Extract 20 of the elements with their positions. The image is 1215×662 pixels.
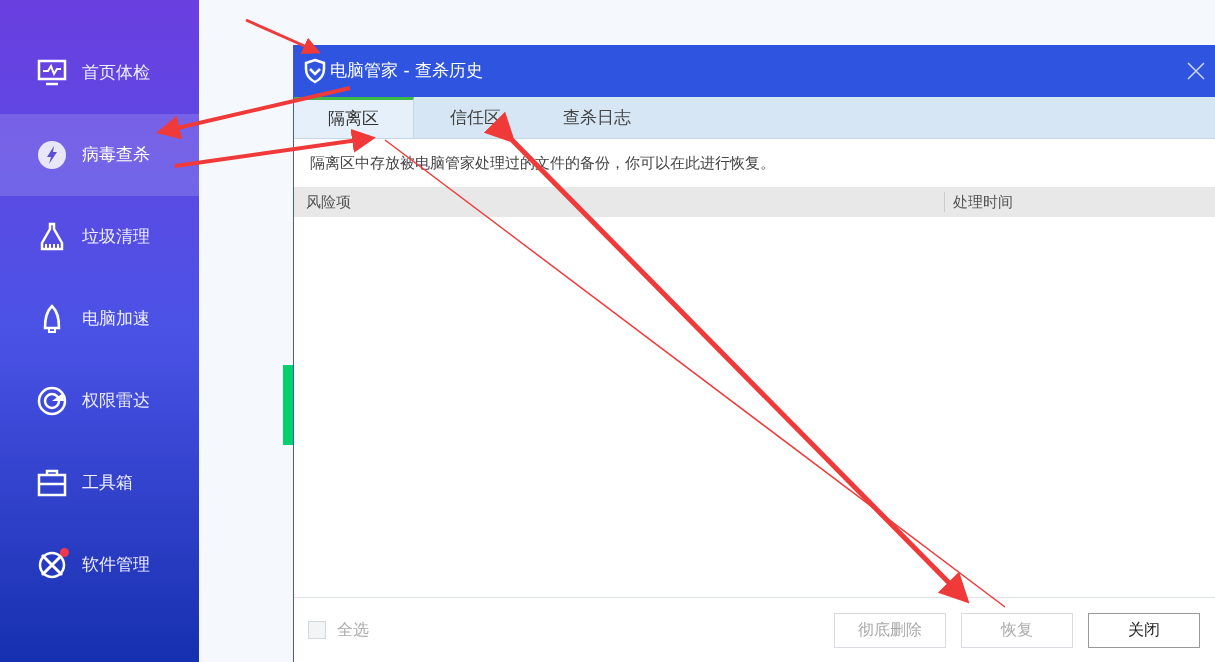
sidebar-item[interactable]: 垃圾清理: [0, 196, 199, 278]
tab[interactable]: 查杀日志: [536, 97, 658, 138]
sidebar-item[interactable]: 首页体检: [0, 32, 199, 114]
sidebar-item[interactable]: 软件管理: [0, 524, 199, 606]
column-header: 风险项: [305, 191, 352, 213]
checkbox-label: 全选: [337, 619, 369, 641]
sidebar-item[interactable]: 电脑加速: [0, 278, 199, 360]
lightning-icon: [36, 139, 68, 171]
tab[interactable]: 隔离区: [294, 97, 414, 138]
sidebar-item[interactable]: 病毒查杀: [0, 114, 199, 196]
radar-icon: [36, 385, 68, 417]
column-header: 处理时间: [952, 191, 1013, 213]
cross-circle-icon: [36, 549, 68, 581]
close-icon[interactable]: [1187, 62, 1205, 80]
window-title: 电脑管家 - 查杀历史: [330, 59, 483, 83]
toolbox-icon: [36, 467, 68, 499]
dialog-button[interactable]: 关闭: [1088, 612, 1200, 648]
sidebar-item[interactable]: 权限雷达: [0, 360, 199, 442]
shield-icon: [303, 58, 327, 84]
sidebar-item[interactable]: 工具箱: [0, 442, 199, 524]
